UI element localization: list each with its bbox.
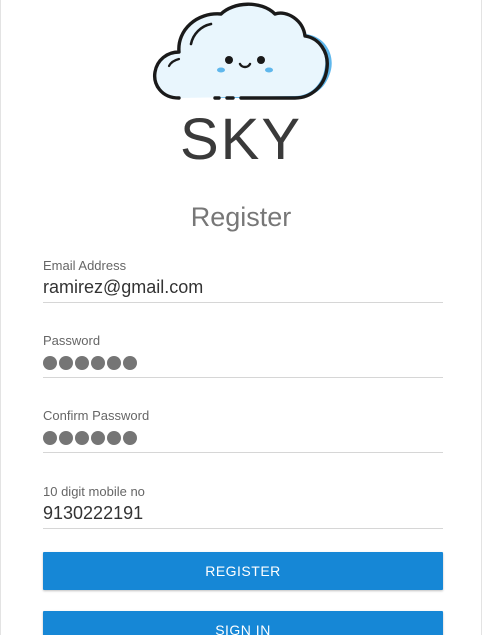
email-field[interactable]: Email Address ramirez@gmail.com [43,258,443,303]
password-mask-dot [123,431,137,445]
confirm-password-input[interactable] [43,429,443,447]
password-label: Password [43,333,101,348]
mobile-field[interactable]: 10 digit mobile no 9130222191 [43,484,443,529]
register-button[interactable]: REGISTER [43,552,443,590]
confirm-password-label: Confirm Password [43,408,150,423]
password-mask-dot [43,431,57,445]
password-mask-dot [59,356,73,370]
cloud-smiley-icon [153,2,332,100]
password-field[interactable]: Password [43,333,443,378]
sign-in-button[interactable]: SIGN IN [43,611,443,635]
mobile-input[interactable]: 9130222191 [43,502,443,524]
password-mask-dot [123,356,137,370]
password-mask-dot [75,431,89,445]
confirm-password-field[interactable]: Confirm Password [43,408,443,453]
password-mask-dot [43,356,57,370]
page-title: Register [190,202,292,232]
app-brand-name: SKY [179,107,303,172]
password-mask-dot [107,356,121,370]
password-mask-dot [75,356,89,370]
email-label: Email Address [43,258,127,273]
password-mask-dot [91,356,105,370]
register-screen: SKY Register Email Address ramirez@gmail… [0,0,482,635]
email-input[interactable]: ramirez@gmail.com [43,276,443,298]
password-mask-dot [91,431,105,445]
password-input[interactable] [43,354,443,372]
mobile-label: 10 digit mobile no [43,484,145,499]
password-mask-dot [107,431,121,445]
password-mask-dot [59,431,73,445]
